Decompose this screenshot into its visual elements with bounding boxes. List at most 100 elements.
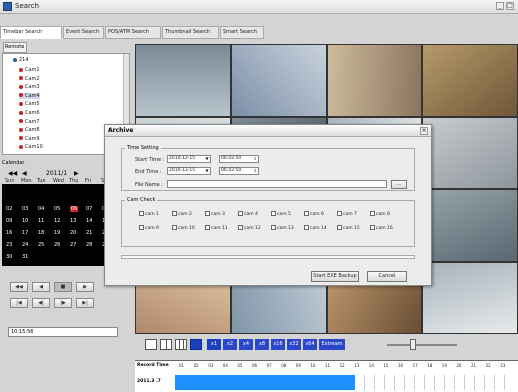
start-time-input[interactable]: 06:42:50 ↕ — [219, 155, 259, 163]
zoom-x32-button[interactable]: x32 — [287, 339, 301, 350]
calendar-day[interactable]: 28 — [86, 242, 92, 248]
calendar-day[interactable]: 26 — [54, 242, 60, 248]
calendar-day[interactable]: 07 — [86, 206, 92, 212]
calendar-day[interactable]: 16 — [6, 230, 12, 236]
checkbox-icon[interactable] — [238, 225, 243, 230]
cam-checkbox[interactable]: cam 3 — [205, 211, 225, 217]
play-back-button[interactable]: ◀ — [32, 282, 50, 292]
time-input[interactable]: 10:15:56 — [8, 327, 118, 337]
split-16-button[interactable] — [190, 339, 202, 350]
zoom-x4-button[interactable]: x4 — [239, 339, 253, 350]
timeline[interactable]: Record Time 2011.3 .7 01 02 03 04 05 06 07 08 09… — [135, 360, 518, 392]
checkbox-icon[interactable] — [304, 225, 309, 230]
start-date-select[interactable]: 2010-12-15 ▼ — [167, 155, 211, 163]
calendar-day[interactable]: 19 — [54, 230, 60, 236]
minimize-button[interactable]: _ — [496, 2, 504, 10]
cam-checkbox[interactable]: cam 2 — [172, 211, 192, 217]
checkbox-icon[interactable] — [139, 225, 144, 230]
checkbox-icon[interactable] — [172, 225, 177, 230]
calendar-day[interactable]: 03 — [22, 206, 28, 212]
checkbox-icon[interactable] — [205, 211, 210, 216]
first-frame-button[interactable]: |◀ — [10, 298, 28, 308]
cancel-button[interactable]: Cancel — [367, 271, 407, 282]
checkbox-icon[interactable] — [172, 211, 177, 216]
checkbox-icon[interactable] — [139, 211, 144, 216]
prev-month-button[interactable]: ◀ — [22, 170, 27, 177]
tree-cam-item[interactable]: Cam9 — [19, 136, 40, 142]
cam-checkbox[interactable]: cam 13 — [271, 225, 294, 231]
play-button[interactable]: ▶ — [76, 282, 94, 292]
rewind-button[interactable]: ◀◀ — [10, 282, 28, 292]
checkbox-icon[interactable] — [337, 211, 342, 216]
record-bar[interactable] — [175, 375, 355, 390]
checkbox-icon[interactable] — [271, 225, 276, 230]
zoom-x8-button[interactable]: x8 — [255, 339, 269, 350]
tree-cam-item[interactable]: Cam1 — [19, 67, 40, 73]
zoom-x16-button[interactable]: x16 — [271, 339, 285, 350]
calendar-day[interactable]: 20 — [70, 230, 76, 236]
calendar-day[interactable]: 23 — [6, 242, 12, 248]
calendar-day[interactable]: 10 — [22, 218, 28, 224]
tree-cam-item[interactable]: Cam3 — [19, 84, 40, 90]
split-9-button[interactable] — [175, 339, 187, 350]
zoom-x1-button[interactable]: x1 — [207, 339, 221, 350]
cam-checkbox[interactable]: cam 12 — [238, 225, 261, 231]
zoom-extream-button[interactable]: Extream — [319, 339, 345, 350]
tree-cam-item[interactable]: Cam4 — [19, 92, 40, 99]
zoom-x2-button[interactable]: x2 — [223, 339, 237, 350]
tree-cam-item[interactable]: Cam10 — [19, 144, 43, 150]
tab-remote[interactable]: Remote — [3, 42, 27, 53]
dialog-close-button[interactable]: × — [420, 127, 428, 135]
calendar-day[interactable]: 21 — [86, 230, 92, 236]
tree-root[interactable]: 214 — [13, 57, 29, 63]
calendar-grid[interactable]: SunMonTueWedThuFriSat0203040506070809101… — [2, 178, 120, 266]
calendar-day[interactable]: 02 — [6, 206, 12, 212]
camera-view[interactable] — [136, 45, 230, 116]
cam-checkbox[interactable]: cam 4 — [238, 211, 258, 217]
tree-cam-item[interactable]: Cam7 — [19, 119, 40, 125]
cam-checkbox[interactable]: cam 14 — [304, 225, 327, 231]
speed-slider-track[interactable] — [387, 344, 457, 346]
cam-checkbox[interactable]: cam 6 — [304, 211, 324, 217]
calendar-day[interactable]: 13 — [70, 218, 76, 224]
split-1-button[interactable] — [145, 339, 157, 350]
browse-button[interactable]: ... — [391, 180, 407, 189]
file-name-input[interactable] — [167, 180, 387, 188]
checkbox-icon[interactable] — [370, 211, 375, 216]
cam-checkbox[interactable]: cam 8 — [370, 211, 390, 217]
cam-checkbox[interactable]: cam 15 — [337, 225, 360, 231]
checkbox-icon[interactable] — [304, 211, 309, 216]
camera-view[interactable] — [327, 45, 422, 116]
cam-checkbox[interactable]: cam 16 — [370, 225, 393, 231]
prev-year-button[interactable]: ◀◀ — [8, 170, 17, 177]
split-4-button[interactable] — [160, 339, 172, 350]
spin-icon[interactable]: ↕ — [252, 168, 258, 174]
calendar-day[interactable]: 05 — [54, 206, 60, 212]
cam-checkbox[interactable]: cam 11 — [205, 225, 228, 231]
cam-checkbox[interactable]: cam 5 — [271, 211, 291, 217]
tree-cam-item[interactable]: Cam2 — [19, 76, 40, 82]
end-date-select[interactable]: 2010-12-15 ▼ — [167, 167, 211, 175]
tree-cam-item[interactable]: Cam8 — [19, 127, 40, 133]
cam-checkbox[interactable]: cam 1 — [139, 211, 159, 217]
camera-view[interactable] — [423, 262, 517, 333]
cam-checkbox[interactable]: cam 7 — [337, 211, 357, 217]
cam-checkbox[interactable]: cam 10 — [172, 225, 195, 231]
checkbox-icon[interactable] — [337, 225, 342, 230]
tab-thumbnail-search[interactable]: Thumbnail Search — [162, 26, 219, 39]
tree-cam-item[interactable]: Cam6 — [19, 110, 40, 116]
calendar-day[interactable]: 25 — [38, 242, 44, 248]
checkbox-icon[interactable] — [271, 211, 276, 216]
calendar-day[interactable]: 27 — [70, 242, 76, 248]
spin-icon[interactable]: ↕ — [252, 156, 258, 162]
calendar-day[interactable]: 12 — [54, 218, 60, 224]
calendar-day[interactable]: 14 — [86, 218, 92, 224]
stop-button[interactable]: ■ — [54, 282, 72, 292]
next-month-button[interactable]: ▶ — [74, 170, 79, 177]
last-frame-button[interactable]: ▶| — [76, 298, 94, 308]
camera-view[interactable] — [423, 45, 517, 116]
maximize-button[interactable]: □ — [506, 2, 514, 10]
camera-view[interactable] — [423, 117, 517, 188]
tab-event-search[interactable]: Event Search — [63, 26, 104, 39]
step-back-button[interactable]: ◀| — [32, 298, 50, 308]
